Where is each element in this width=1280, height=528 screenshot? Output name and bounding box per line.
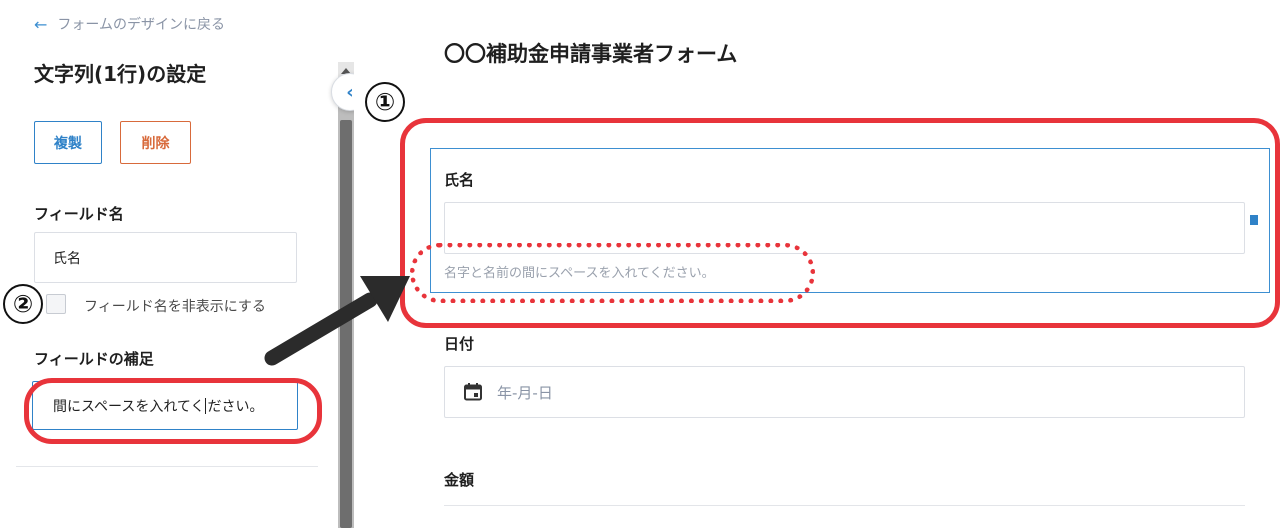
hide-field-name-checkbox[interactable]	[46, 294, 66, 314]
field-settings-panel: ← フォームのデザインに戻る 文字列(1行)の設定 複製 削除 フィールド名 氏…	[0, 0, 338, 528]
amount-input-edge[interactable]	[444, 505, 1245, 506]
chevron-left-icon: ‹	[346, 81, 354, 103]
back-link-label: フォームのデザインに戻る	[57, 17, 225, 33]
delete-button[interactable]: 削除	[120, 121, 191, 164]
scrollbar-thumb[interactable]	[340, 120, 352, 528]
supplement-text-before-caret: 間にスペースを入れてく	[53, 398, 205, 415]
name-field-help-text: 名字と名前の間にスペースを入れてください。	[444, 266, 715, 281]
back-to-form-design-link[interactable]: ← フォームのデザインに戻る	[34, 14, 225, 34]
date-input[interactable]: 年-月-日	[444, 366, 1245, 418]
annotation-marker-1: ①	[365, 82, 405, 122]
supplement-heading: フィールドの補足	[34, 350, 154, 368]
field-name-input[interactable]: 氏名	[34, 232, 297, 283]
calendar-icon	[464, 383, 482, 401]
hide-field-name-label: フィールド名を非表示にする	[84, 299, 266, 315]
arrow-left-icon: ←	[34, 14, 48, 34]
date-field-label: 日付	[444, 335, 475, 353]
field-name-heading: フィールド名	[34, 205, 124, 223]
name-field-label: 氏名	[444, 171, 475, 189]
annotation-marker-2: ②	[3, 284, 43, 324]
panel-divider	[16, 466, 318, 467]
field-name-value: 氏名	[53, 250, 81, 267]
resize-handle[interactable]	[1250, 215, 1258, 225]
text-caret	[205, 397, 207, 414]
amount-field-label: 金額	[444, 471, 475, 489]
date-placeholder: 年-月-日	[497, 383, 553, 402]
duplicate-button[interactable]: 複製	[34, 121, 102, 164]
supplement-input[interactable]: 間にスペースを入れてく ださい。	[32, 381, 298, 430]
form-title: 〇〇補助金申請事業者フォーム	[444, 42, 738, 66]
supplement-text-after-caret: ださい。	[207, 398, 264, 415]
name-input[interactable]	[444, 202, 1245, 254]
settings-title: 文字列(1行)の設定	[34, 62, 207, 86]
